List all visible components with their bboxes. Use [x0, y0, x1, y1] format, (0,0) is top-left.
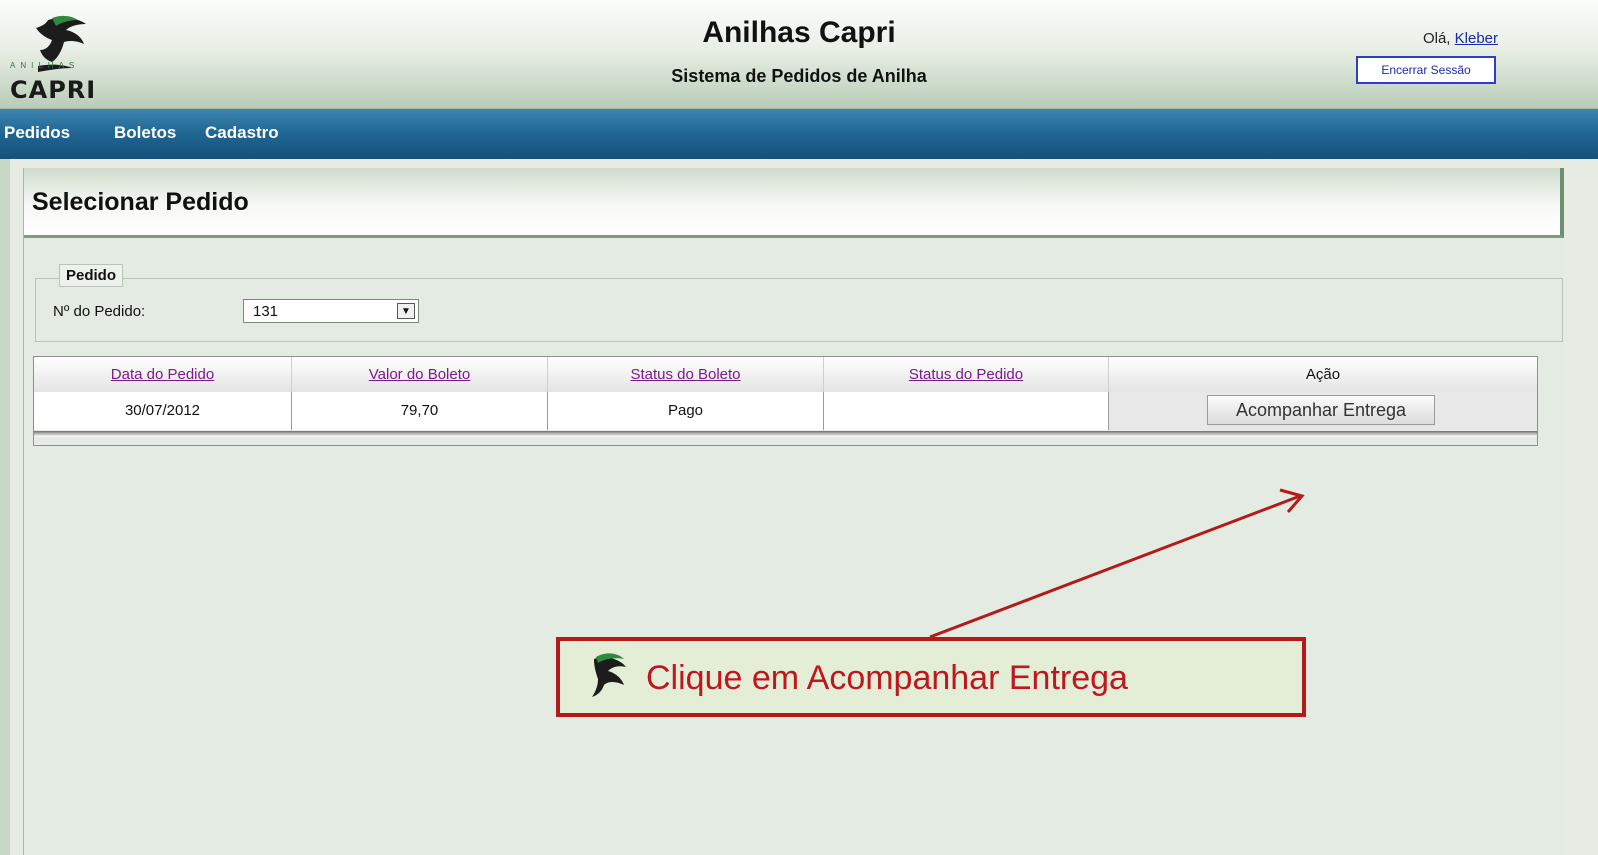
- table-bottom-border: [34, 431, 1537, 437]
- user-name-link[interactable]: Kleber: [1455, 30, 1498, 47]
- panel-header: Selecionar Pedido: [24, 168, 1564, 238]
- app-header: ANILHAS CAPRI Anilhas Capri Sistema de P…: [0, 0, 1598, 109]
- chevron-down-icon[interactable]: ▼: [397, 303, 415, 319]
- main-nav-bar: Pedidos Boletos Cadastro: [0, 109, 1598, 159]
- table-header: Data do Pedido Valor do Boleto Status do…: [34, 357, 1537, 393]
- column-header-action: Ação: [1305, 366, 1341, 383]
- sort-link-boleto-status[interactable]: Status do Boleto: [630, 366, 740, 383]
- order-number-label: Nº do Pedido:: [53, 303, 146, 320]
- capri-bird-icon: [592, 653, 626, 697]
- cell-action: Acompanhar Entrega: [1109, 392, 1537, 430]
- sort-link-date[interactable]: Data do Pedido: [111, 366, 214, 383]
- user-greeting: Olá, Kleber: [1423, 30, 1498, 47]
- orders-table: Data do Pedido Valor do Boleto Status do…: [33, 356, 1538, 446]
- nav-item-cadastro[interactable]: Cadastro: [205, 123, 279, 143]
- track-delivery-button[interactable]: Acompanhar Entrega: [1207, 395, 1435, 425]
- table-row: 30/07/2012 79,70 Pago Acompanhar Entrega: [34, 392, 1537, 430]
- select-order-panel: Selecionar Pedido Pedido Nº do Pedido: 1…: [23, 168, 1564, 855]
- column-header-value[interactable]: Valor do Boleto: [292, 357, 548, 392]
- greeting-prefix: Olá,: [1422, 30, 1455, 47]
- sort-link-value[interactable]: Valor do Boleto: [369, 366, 470, 383]
- nav-item-boletos[interactable]: Boletos: [114, 123, 176, 143]
- nav-item-pedidos[interactable]: Pedidos: [4, 123, 70, 143]
- cell-boleto-status: Pago: [548, 392, 824, 430]
- column-header-order-status[interactable]: Status do Pedido: [824, 357, 1109, 392]
- callout-text: Clique em Acompanhar Entrega: [646, 659, 1128, 697]
- left-gutter: [0, 159, 10, 855]
- column-header-boleto-status[interactable]: Status do Boleto: [548, 357, 824, 392]
- sort-link-order-status[interactable]: Status do Pedido: [909, 366, 1023, 383]
- page-title: Selecionar Pedido: [32, 188, 249, 216]
- logout-button[interactable]: Encerrar Sessão: [1356, 56, 1496, 84]
- cell-order-status: [824, 392, 1109, 430]
- instruction-callout: Clique em Acompanhar Entrega: [556, 637, 1306, 717]
- app-title: Anilhas Capri: [702, 16, 896, 49]
- cell-value: 79,70: [292, 392, 548, 430]
- order-number-value: 131: [253, 303, 279, 320]
- cell-date: 30/07/2012: [34, 392, 292, 430]
- column-header-date[interactable]: Data do Pedido: [34, 357, 292, 392]
- order-number-select[interactable]: 131 ▼: [243, 299, 419, 323]
- fieldset-legend: Pedido: [59, 264, 124, 287]
